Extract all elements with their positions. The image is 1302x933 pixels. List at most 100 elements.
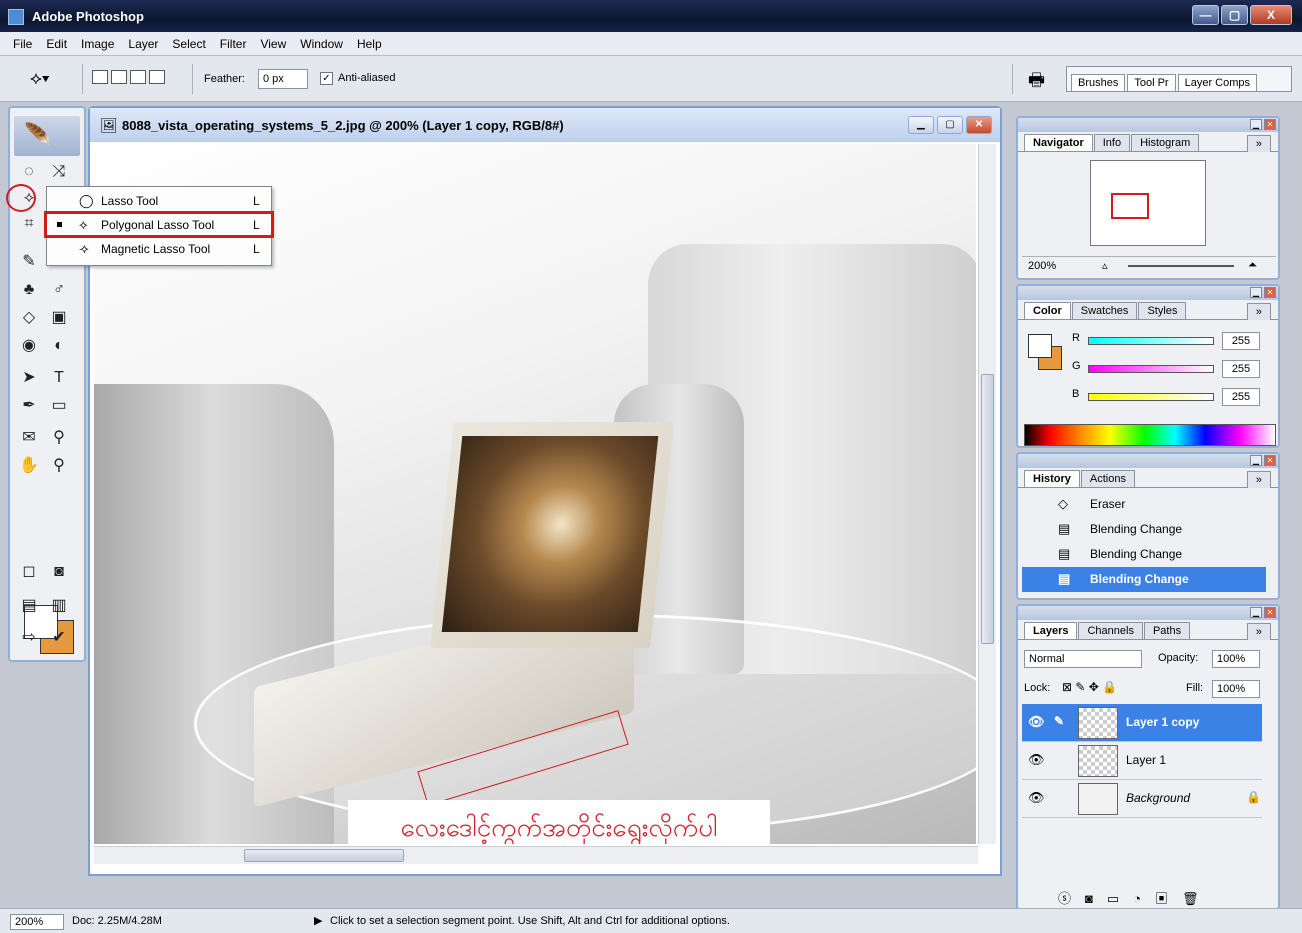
eraser-tool-icon[interactable]: ◇ [16, 306, 42, 330]
intersect-selection-icon[interactable] [149, 70, 165, 84]
horizontal-scrollbar[interactable] [94, 846, 978, 864]
history-brush-icon[interactable]: ♂ [46, 278, 72, 302]
flyout-item-lasso[interactable]: ◯ Lasso Tool L [47, 189, 271, 213]
healing-brush-icon[interactable]: ✎ [16, 250, 42, 274]
history-item[interactable]: ▤ Blending Change [1022, 542, 1266, 567]
history-item[interactable]: ◇ Eraser [1022, 492, 1266, 517]
screen-mode-icon[interactable]: ▤ [16, 594, 42, 618]
menu-view[interactable]: View [260, 37, 286, 51]
doc-close-button[interactable]: ✕ [966, 116, 992, 134]
edit-in-imageready-icon[interactable]: ✔ [46, 626, 72, 650]
add-selection-icon[interactable] [111, 70, 127, 84]
panel-menu-icon[interactable]: » [1246, 135, 1271, 152]
channel-slider[interactable] [1088, 393, 1214, 401]
color-fg-swatch[interactable] [1028, 334, 1052, 358]
tab-color[interactable]: Color [1024, 302, 1071, 319]
tab-layers[interactable]: Layers [1024, 622, 1078, 639]
channel-value[interactable]: 255 [1222, 388, 1260, 406]
menu-help[interactable]: Help [357, 37, 382, 51]
view-box[interactable] [1111, 193, 1149, 219]
tab-tool-presets[interactable]: Tool Pr [1127, 74, 1176, 91]
panel-minimize-button[interactable]: ▁ [1250, 287, 1262, 298]
panel-minimize-button[interactable]: ▁ [1250, 607, 1262, 618]
shape-tool-icon[interactable]: ▭ [46, 394, 72, 418]
zoom-tool-icon[interactable]: ⚲ [46, 454, 72, 478]
move-tool-icon[interactable]: ⤨ [46, 160, 72, 184]
tab-actions[interactable]: Actions [1080, 470, 1135, 487]
layer-action-icons[interactable]: ⓢ◙▭◔▣🗑 [1058, 888, 1213, 907]
channel-value[interactable]: 255 [1222, 332, 1260, 350]
notes-tool-icon[interactable]: ✉ [16, 426, 42, 450]
status-zoom-input[interactable]: 200% [10, 914, 64, 930]
tab-swatches[interactable]: Swatches [1071, 302, 1138, 319]
panel-menu-icon[interactable]: » [1246, 303, 1271, 320]
menu-filter[interactable]: Filter [220, 37, 247, 51]
menu-window[interactable]: Window [300, 37, 343, 51]
clone-stamp-icon[interactable]: ♣ [16, 278, 42, 302]
document-title-bar[interactable]: 🖼 8088_vista_operating_systems_5_2.jpg @… [90, 108, 1000, 142]
feather-input[interactable]: 0 px [258, 69, 308, 89]
panel-close-button[interactable]: ✕ [1264, 607, 1276, 618]
toolbox-header[interactable]: 🪶 [14, 116, 80, 156]
hand-tool-icon[interactable]: ✋ [16, 454, 42, 478]
visibility-eye-icon[interactable]: 👁 [1028, 714, 1045, 730]
vertical-scroll-thumb[interactable] [981, 374, 994, 644]
panel-header[interactable]: ▁ ✕ [1018, 118, 1278, 132]
panel-close-button[interactable]: ✕ [1264, 119, 1276, 130]
layer-row[interactable]: 👁 ✎ Layer 1 copy [1022, 704, 1262, 742]
quick-mask-icon[interactable]: ◙ [46, 560, 72, 584]
polygonal-lasso-preset-icon[interactable]: ⟡▾ [30, 68, 49, 89]
flyout-item-magnetic-lasso[interactable]: ⟢ Magnetic Lasso Tool L [47, 237, 271, 261]
tab-navigator[interactable]: Navigator [1024, 134, 1093, 151]
close-button[interactable]: X [1250, 5, 1292, 25]
eyedropper-tool-icon[interactable]: ⚲ [46, 426, 72, 450]
jump-to-imageready-icon[interactable]: ⇨ [16, 626, 42, 650]
doc-minimize-button[interactable]: ▁ [908, 116, 934, 134]
marquee-tool-icon[interactable]: ◌ [16, 160, 42, 184]
visibility-eye-icon[interactable]: 👁 [1028, 790, 1045, 806]
pen-tool-icon[interactable]: ✒ [16, 394, 42, 418]
tab-channels[interactable]: Channels [1078, 622, 1143, 639]
panel-close-button[interactable]: ✕ [1264, 455, 1276, 466]
panel-header[interactable]: ▁ ✕ [1018, 454, 1278, 468]
status-menu-arrow-icon[interactable]: ▶ [314, 914, 322, 927]
zoom-out-icon[interactable]: ▵ [1102, 259, 1108, 272]
layer-row[interactable]: 👁 Layer 1 [1022, 742, 1262, 780]
panel-header[interactable]: ▁ ✕ [1018, 286, 1278, 300]
type-tool-icon[interactable]: T [46, 366, 72, 390]
full-screen-mode-icon[interactable]: ▥ [46, 594, 72, 618]
navigator-thumbnail[interactable] [1090, 160, 1206, 246]
panel-menu-icon[interactable]: » [1246, 471, 1271, 488]
lock-icons[interactable]: ⊠ ✎ ✥ 🔒 [1062, 680, 1117, 694]
tab-brushes[interactable]: Brushes [1071, 74, 1126, 91]
menu-layer[interactable]: Layer [128, 37, 158, 51]
vertical-scrollbar[interactable] [978, 144, 996, 844]
channel-value[interactable]: 255 [1222, 360, 1260, 378]
doc-maximize-button[interactable]: ▢ [937, 116, 963, 134]
color-spectrum[interactable] [1024, 424, 1276, 446]
tab-styles[interactable]: Styles [1138, 302, 1187, 319]
crop-tool-icon[interactable]: ⌗ [16, 212, 42, 236]
tab-histogram[interactable]: Histogram [1131, 134, 1200, 151]
new-selection-icon[interactable] [92, 70, 108, 84]
dodge-tool-icon[interactable]: ◐ [46, 334, 72, 358]
horizontal-scroll-thumb[interactable] [244, 849, 404, 862]
channel-slider[interactable] [1088, 365, 1214, 373]
standard-mode-icon[interactable]: ◻ [16, 560, 42, 584]
tab-paths[interactable]: Paths [1143, 622, 1191, 639]
menu-image[interactable]: Image [81, 37, 114, 51]
print-icon[interactable]: 🖶 [1028, 68, 1045, 98]
tab-layer-comps[interactable]: Layer Comps [1177, 74, 1258, 91]
visibility-eye-icon[interactable]: 👁 [1028, 752, 1045, 768]
panel-minimize-button[interactable]: ▁ [1250, 455, 1262, 466]
antialiased-checkbox[interactable]: ✓ [320, 72, 333, 85]
channel-slider[interactable] [1088, 337, 1214, 345]
subtract-selection-icon[interactable] [130, 70, 146, 84]
blend-mode-select[interactable]: Normal [1024, 650, 1142, 668]
tab-info[interactable]: Info [1093, 134, 1131, 151]
minimize-button[interactable]: — [1192, 5, 1219, 25]
opacity-input[interactable]: 100% [1212, 650, 1260, 668]
blur-tool-icon[interactable]: ◉ [16, 334, 42, 358]
menu-file[interactable]: File [13, 37, 32, 51]
navigator-zoom-value[interactable]: 200% [1028, 260, 1056, 272]
